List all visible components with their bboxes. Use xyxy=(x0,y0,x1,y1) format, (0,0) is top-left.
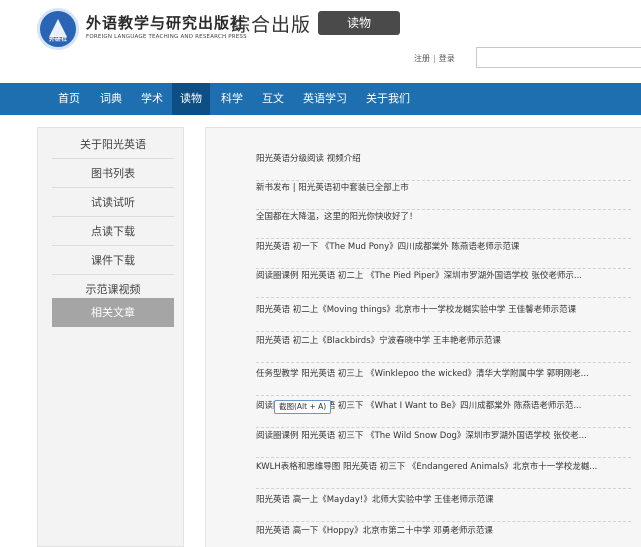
article-link[interactable]: 阅读圈课例 阳光英语 初二上 《The Pied Piper》深圳市罗湖外国语学… xyxy=(256,269,631,298)
sidebar-item-about-sunshine[interactable]: 关于阳光英语 xyxy=(52,130,174,159)
sidebar-item-related-articles[interactable]: 相关文章 xyxy=(52,298,174,327)
logo-label: 外研社 xyxy=(48,36,67,43)
brand-name-chinese: 外语教学与研究出版社 xyxy=(86,14,247,32)
screenshot-tooltip: 截图(Alt + A) xyxy=(274,400,332,414)
article-link[interactable]: 阅读圈课例 阳光英语 初三下 《The Wild Snow Dog》深圳市罗湖外… xyxy=(256,429,631,458)
section-badge: 读物 xyxy=(318,11,400,35)
auth-separator: | xyxy=(433,54,436,63)
auth-links: 注册 | 登录 xyxy=(414,53,455,64)
nav-item-readers[interactable]: 读物 xyxy=(172,83,210,115)
sidebar-item-book-list[interactable]: 图书列表 xyxy=(52,159,174,188)
site-title: 综合出版 xyxy=(231,14,312,36)
nav-item-science[interactable]: 科学 xyxy=(214,83,250,115)
article-link[interactable]: 阳光英语分级阅读 视频介绍 xyxy=(256,152,631,181)
brand-name-english: FOREIGN LANGUAGE TEACHING AND RESEARCH P… xyxy=(86,34,247,40)
article-link[interactable]: 阳光英语 初二上《Blackbirds》宁波春晓中学 王丰艳老师示范课 xyxy=(256,334,631,363)
search-input[interactable] xyxy=(476,47,641,68)
login-link[interactable]: 登录 xyxy=(439,53,455,64)
article-link[interactable]: 阳光英语 初一下 《The Mud Pony》四川成都棠外 陈燕语老师示范课 xyxy=(256,240,631,269)
sidebar-item-trial[interactable]: 试读试听 xyxy=(52,188,174,217)
publisher-logo[interactable]: 外研社 xyxy=(37,8,79,50)
sidebar-item-courseware-download[interactable]: 课件下载 xyxy=(52,246,174,275)
sidebar-item-point-read-download[interactable]: 点读下载 xyxy=(52,217,174,246)
nav-item-academic[interactable]: 学术 xyxy=(134,83,170,115)
site-header: 外研社 外语教学与研究出版社 FOREIGN LANGUAGE TEACHING… xyxy=(0,0,641,82)
article-link[interactable]: 阳光英语 初二上《Moving things》北京市十一学校龙樾实验中学 王佳馨… xyxy=(256,303,631,332)
article-link[interactable]: 阳光英语 高一上《Mayday!》北师大实验中学 王佳老师示范课 xyxy=(256,493,631,522)
article-link[interactable]: KWLH表格和思维导图 阳光英语 初三下 《Endangered Animals… xyxy=(256,460,631,489)
nav-item-english-learning[interactable]: 英语学习 xyxy=(296,83,354,115)
sidebar: 关于阳光英语 图书列表 试读试听 点读下载 课件下载 示范课视频 相关文章 xyxy=(37,127,184,547)
nav-item-home[interactable]: 首页 xyxy=(50,83,88,115)
article-link[interactable]: 阳光英语 高一下《Hoppy》北京市第二十中学 邓勇老师示范课 xyxy=(256,524,631,547)
register-link[interactable]: 注册 xyxy=(414,53,430,64)
nav-item-intertext[interactable]: 互文 xyxy=(254,83,292,115)
article-link[interactable]: 全国都在大降温，这里的阳光你快收好了！ xyxy=(256,210,631,239)
main-nav: 首页 词典 学术 读物 科学 互文 英语学习 关于我们 xyxy=(0,83,641,115)
article-link[interactable]: 任务型教学 阳光英语 初三上 《Winklepoo the wicked》清华大… xyxy=(256,367,631,396)
nav-item-dictionary[interactable]: 词典 xyxy=(92,83,130,115)
nav-item-about-us[interactable]: 关于我们 xyxy=(358,83,418,115)
article-list: 阳光英语分级阅读 视频介绍 新书发布 | 阳光英语初中套装已全部上市 全国都在大… xyxy=(205,127,641,547)
article-link[interactable]: 新书发布 | 阳光英语初中套装已全部上市 xyxy=(256,181,631,210)
